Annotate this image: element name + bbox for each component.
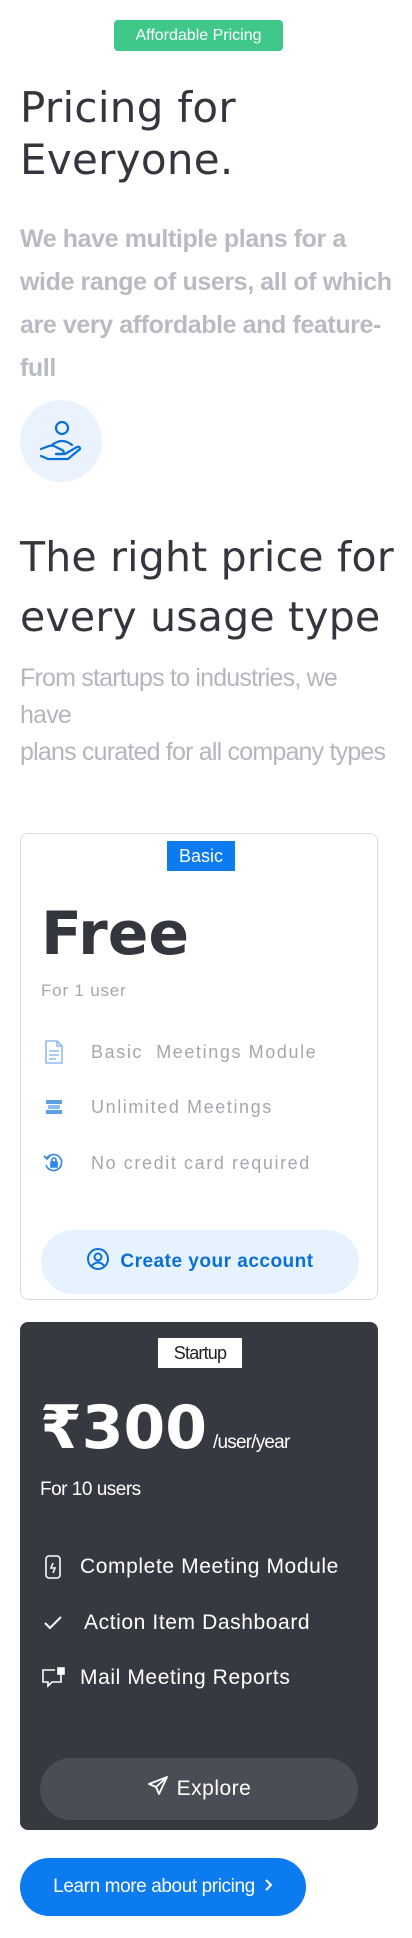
check-icon [40,1610,66,1636]
feature-label: Unlimited Meetings [91,1096,273,1117]
feature-no-credit-card: No credit card required [41,1150,311,1176]
section-desc-line1: From startups to industries, we have [20,664,338,729]
feature-action-item-dashboard: Action Item Dashboard [40,1610,310,1636]
explore-button[interactable]: Explore [40,1758,358,1820]
pricing-page: Affordable Pricing Pricing for Everyone.… [0,0,412,1938]
hero-title-line1: Pricing for [20,83,236,132]
plan-price-row-startup: ₹300 /user/year [40,1392,290,1464]
plan-users-startup: For 10 users [40,1479,141,1500]
plan-card-basic: Basic Free For 1 user Basic Meetings Mod… [20,833,378,1300]
plan-card-startup: Startup ₹300 /user/year For 10 users Com… [20,1322,378,1830]
plan-price-unit: /user/year [213,1432,290,1453]
section-title-line2: every usage type [20,593,381,641]
feature-label: Complete Meeting Module [80,1555,339,1578]
affordable-pricing-badge: Affordable Pricing [114,20,283,51]
section-desc-line2: plans curated for all company types [20,738,386,766]
document-icon [41,1039,67,1065]
hero-description: We have multiple plans for a wide range … [20,225,392,382]
explore-label: Explore [176,1777,252,1800]
section-description: From startups to industries, we have pla… [20,660,390,771]
send-icon [147,1775,169,1803]
feature-label: Action Item Dashboard [84,1611,311,1634]
chevron-right-icon [263,1876,273,1898]
lock-refresh-icon [41,1150,67,1176]
plan-tag-basic: Basic [167,841,235,871]
mail-report-icon [40,1665,66,1691]
plan-price-basic: Free [41,899,190,969]
feature-complete-meeting-module: Complete Meeting Module [40,1554,339,1580]
plan-tag-startup: Startup [158,1338,242,1368]
feature-mail-meeting-reports: Mail Meeting Reports [40,1665,290,1691]
hand-user-icon [20,400,102,482]
feature-label: Basic Meetings Module [91,1041,318,1062]
user-circle-icon [86,1247,110,1277]
stack-icon [41,1094,67,1120]
learn-more-pricing-button[interactable]: Learn more about pricing [20,1858,306,1916]
section-title-line1: The right price for [20,533,394,581]
feature-unlimited-meetings: Unlimited Meetings [41,1094,273,1120]
plan-users-basic: For 1 user [41,981,127,1000]
feature-label: No credit card required [91,1152,311,1173]
hero-title-line2: Everyone. [20,135,234,184]
feature-basic-meetings-module: Basic Meetings Module [41,1039,317,1065]
create-account-button[interactable]: Create your account [41,1230,359,1294]
create-account-label: Create your account [120,1251,314,1272]
learn-more-label: Learn more about pricing [53,1876,255,1897]
hero-title: Pricing for Everyone. [20,82,400,186]
feature-label: Mail Meeting Reports [80,1666,291,1689]
mobile-icon [40,1554,66,1580]
section-title: The right price for every usage type [20,527,412,647]
plan-price-startup: ₹300 [40,1393,207,1463]
